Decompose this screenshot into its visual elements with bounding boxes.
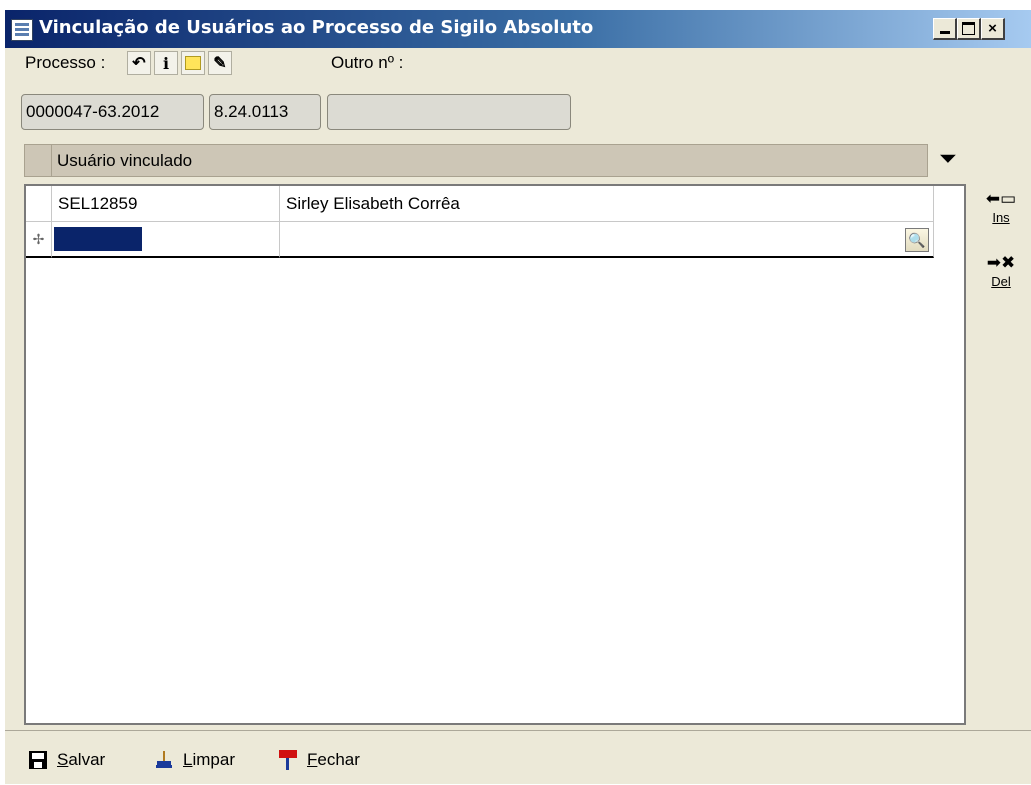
tag-icon[interactable]: ✎ — [208, 51, 232, 75]
process-origin-field[interactable]: 8.24.0113 — [209, 94, 321, 130]
clear-label: Limpar — [183, 750, 235, 769]
maximize-icon — [962, 22, 975, 35]
process-number-field[interactable]: 0000047-63.2012 — [21, 94, 204, 130]
save-button[interactable]: Salvar — [27, 749, 105, 771]
exit-sign-icon — [277, 749, 299, 771]
search-icon: 🔍 — [908, 231, 926, 248]
other-number-label: Outro nº : — [331, 53, 404, 72]
search-button[interactable]: 🔍 — [905, 228, 929, 252]
close-button[interactable]: × — [981, 18, 1005, 40]
undo-icon[interactable]: ↶ — [127, 51, 151, 75]
clear-button[interactable]: Limpar — [153, 749, 235, 771]
info-icon[interactable]: i — [154, 51, 178, 75]
delete-label: Del — [991, 274, 1011, 289]
minimize-icon — [939, 31, 950, 34]
broom-icon — [153, 749, 175, 771]
insert-row-icon: ⬅▭ — [985, 189, 1017, 208]
users-grid[interactable]: SEL12859 Sirley Elisabeth Corrêa ✢ 🔍 — [24, 184, 966, 725]
selection-highlight — [54, 227, 142, 251]
note-icon[interactable] — [181, 51, 205, 75]
new-user-code-cell[interactable] — [52, 222, 280, 258]
window-title: Vinculação de Usuários ao Processo de Si… — [39, 17, 594, 38]
new-row-marker-icon: ✢ — [26, 222, 52, 258]
column-header-user[interactable]: Usuário vinculado — [57, 151, 192, 171]
insert-row-button[interactable]: ⬅▭ Ins — [981, 189, 1021, 226]
app-logo-icon — [11, 19, 33, 41]
delete-row-button[interactable]: ➡✖ Del — [981, 253, 1021, 290]
main-window: Vinculação de Usuários ao Processo de Si… — [4, 9, 1031, 784]
process-label: Processo : — [25, 53, 106, 72]
close-icon: × — [988, 20, 997, 37]
filter-icon[interactable]: ⏷ — [940, 148, 956, 171]
user-code-cell[interactable]: SEL12859 — [52, 186, 280, 222]
user-name-cell[interactable]: Sirley Elisabeth Corrêa — [280, 186, 934, 222]
save-label: Salvar — [57, 750, 106, 769]
delete-row-icon: ➡✖ — [986, 253, 1016, 272]
other-number-field[interactable] — [327, 94, 571, 130]
process-toolbar: ↶ i ✎ — [127, 51, 232, 75]
grid-header: Usuário vinculado — [24, 144, 928, 177]
close-window-button[interactable]: Fechar — [277, 749, 360, 771]
row-indicator — [26, 186, 52, 222]
title-bar[interactable]: Vinculação de Usuários ao Processo de Si… — [5, 10, 1031, 48]
floppy-disk-icon — [27, 749, 49, 771]
close-label: Fechar — [307, 750, 360, 769]
new-user-name-cell[interactable]: 🔍 — [280, 222, 934, 258]
insert-label: Ins — [992, 210, 1010, 225]
header-gutter — [25, 145, 52, 176]
maximize-button[interactable] — [957, 18, 981, 40]
minimize-button[interactable] — [933, 18, 957, 40]
